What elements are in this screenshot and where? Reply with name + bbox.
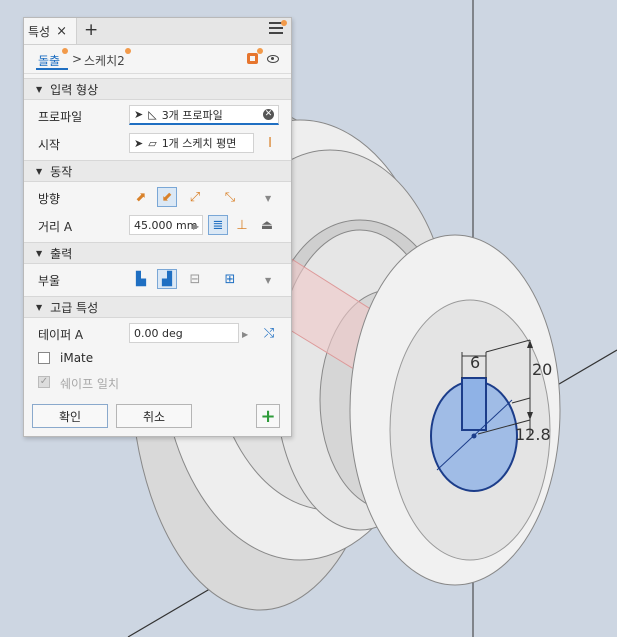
shape-match-checkbox: ✓	[38, 376, 50, 388]
distance-extent-icon[interactable]: ≣	[208, 215, 228, 235]
clear-selection-icon[interactable]: ✕	[263, 109, 274, 120]
direction-label: 방향	[38, 192, 61, 206]
imate-row: iMate	[24, 348, 291, 372]
dimension-6: 6	[470, 353, 480, 372]
through-all-icon[interactable]: ⏏	[257, 215, 277, 235]
shape-match-row: ✓ 쉐이프 일치	[24, 372, 291, 396]
taper-label: 테이퍼 A	[38, 328, 84, 342]
cancel-button[interactable]: 취소	[116, 404, 192, 428]
collapse-triangle-icon: ▼	[36, 166, 43, 176]
breadcrumb: 돌출 > 스케치2	[24, 45, 291, 74]
profile-row: 프로파일 ➤ ◺ 3개 프로파일 ✕	[24, 102, 291, 130]
profile-selector[interactable]: ➤ ◺ 3개 프로파일 ✕	[129, 105, 279, 125]
start-label: 시작	[38, 138, 61, 152]
profile-shape-icon: ◺	[148, 108, 157, 121]
breadcrumb-separator: >	[72, 52, 83, 66]
dimension-20: 20	[532, 360, 552, 379]
taper-input[interactable]: 0.00 deg	[129, 323, 239, 343]
start-row: 시작 ➤ ▱ 1개 스케치 평면 Ⅰ	[24, 130, 291, 158]
apply-add-button[interactable]: +	[256, 404, 280, 428]
plane-icon: ▱	[148, 136, 157, 150]
flip-taper-icon[interactable]: ⤭	[259, 323, 279, 343]
breadcrumb-sketch[interactable]: 스케치2	[84, 52, 125, 69]
distance-input[interactable]: 45.000 mm	[129, 215, 203, 235]
direction-asymmetric-icon[interactable]: ⤡	[220, 187, 240, 207]
dropdown-icon[interactable]: ▼	[265, 194, 271, 203]
imate-label: iMate	[60, 351, 94, 365]
section-behavior[interactable]: ▼ 동작	[24, 160, 291, 182]
cut-icon[interactable]: ▟	[157, 269, 177, 289]
boolean-label: 부울	[38, 274, 61, 288]
direction-default-icon[interactable]: ⬈	[131, 187, 151, 207]
section-advanced[interactable]: ▼ 고급 특성	[24, 296, 291, 318]
direction-symmetric-icon[interactable]: ⤢	[185, 187, 205, 207]
ok-button[interactable]: 확인	[32, 404, 108, 428]
new-solid-icon[interactable]: ⊞	[220, 269, 240, 289]
collapse-triangle-icon: ▼	[36, 84, 43, 94]
section-input-geometry[interactable]: ▼ 입력 형상	[24, 78, 291, 100]
section-output-title: 출력	[50, 246, 73, 261]
to-face-icon[interactable]: ⊥	[232, 215, 252, 235]
collapse-triangle-icon: ▼	[36, 302, 43, 312]
distance-row: 거리 A 45.000 mm ▶ ≣ ⊥ ⏏	[24, 212, 291, 240]
breadcrumb-feature[interactable]: 돌출	[38, 52, 60, 69]
properties-panel: 특성 × + 돌출 > 스케치2 ▼ 입력 형상 프로파일 ➤ ◺ 3개 프로파…	[23, 17, 292, 437]
sketch-dot-icon	[125, 48, 131, 54]
boolean-row: 부울 ▙ ▟ ⊟ ⊞ ▼	[24, 266, 291, 294]
profile-value: 3개 프로파일	[161, 108, 223, 122]
intersect-icon[interactable]: ⊟	[185, 269, 205, 289]
notification-dot	[281, 20, 287, 26]
cube-dot-icon	[257, 48, 263, 54]
start-value: 1개 스케치 평면	[161, 137, 237, 150]
taper-row: 테이퍼 A 0.00 deg ▶ ⤭	[24, 320, 291, 348]
direction-row: 방향 ⬈ ⬋ ⤢ ⤡ ▼	[24, 184, 291, 212]
section-output[interactable]: ▼ 출력	[24, 242, 291, 264]
close-icon[interactable]: ×	[56, 24, 67, 39]
section-behavior-title: 동작	[50, 164, 73, 179]
taper-menu-icon[interactable]: ▶	[242, 330, 248, 339]
section-advanced-title: 고급 특성	[50, 300, 99, 315]
feature-dot-icon	[62, 48, 68, 54]
join-icon[interactable]: ▙	[131, 269, 151, 289]
distance-value: 45.000 mm	[134, 218, 198, 232]
direction-flipped-icon[interactable]: ⬋	[157, 187, 177, 207]
section-input-geometry-title: 입력 형상	[50, 82, 99, 97]
collapse-triangle-icon: ▼	[36, 248, 43, 258]
start-offset-icon[interactable]: Ⅰ	[260, 133, 280, 153]
dimension-12-8: 12.8	[515, 425, 551, 444]
cursor-icon: ➤	[134, 136, 144, 150]
imate-checkbox[interactable]	[38, 352, 50, 364]
taper-value: 0.00 deg	[134, 326, 183, 340]
shape-match-label: 쉐이프 일치	[60, 377, 120, 391]
distance-label: 거리 A	[38, 220, 73, 234]
distance-menu-icon[interactable]: ▶	[193, 222, 199, 231]
dropdown-icon[interactable]: ▼	[265, 276, 271, 285]
feature-cube-icon[interactable]	[247, 53, 258, 64]
start-selector[interactable]: ➤ ▱ 1개 스케치 평면	[129, 133, 254, 153]
profile-label: 프로파일	[38, 110, 83, 124]
cursor-icon: ➤	[134, 108, 144, 121]
add-tab-icon[interactable]: +	[84, 20, 98, 40]
tab-properties[interactable]: 특성 ×	[24, 18, 77, 44]
panel-tab-bar: 특성 × +	[24, 18, 291, 45]
tab-properties-label: 특성	[28, 24, 51, 39]
eye-icon[interactable]	[267, 55, 279, 63]
